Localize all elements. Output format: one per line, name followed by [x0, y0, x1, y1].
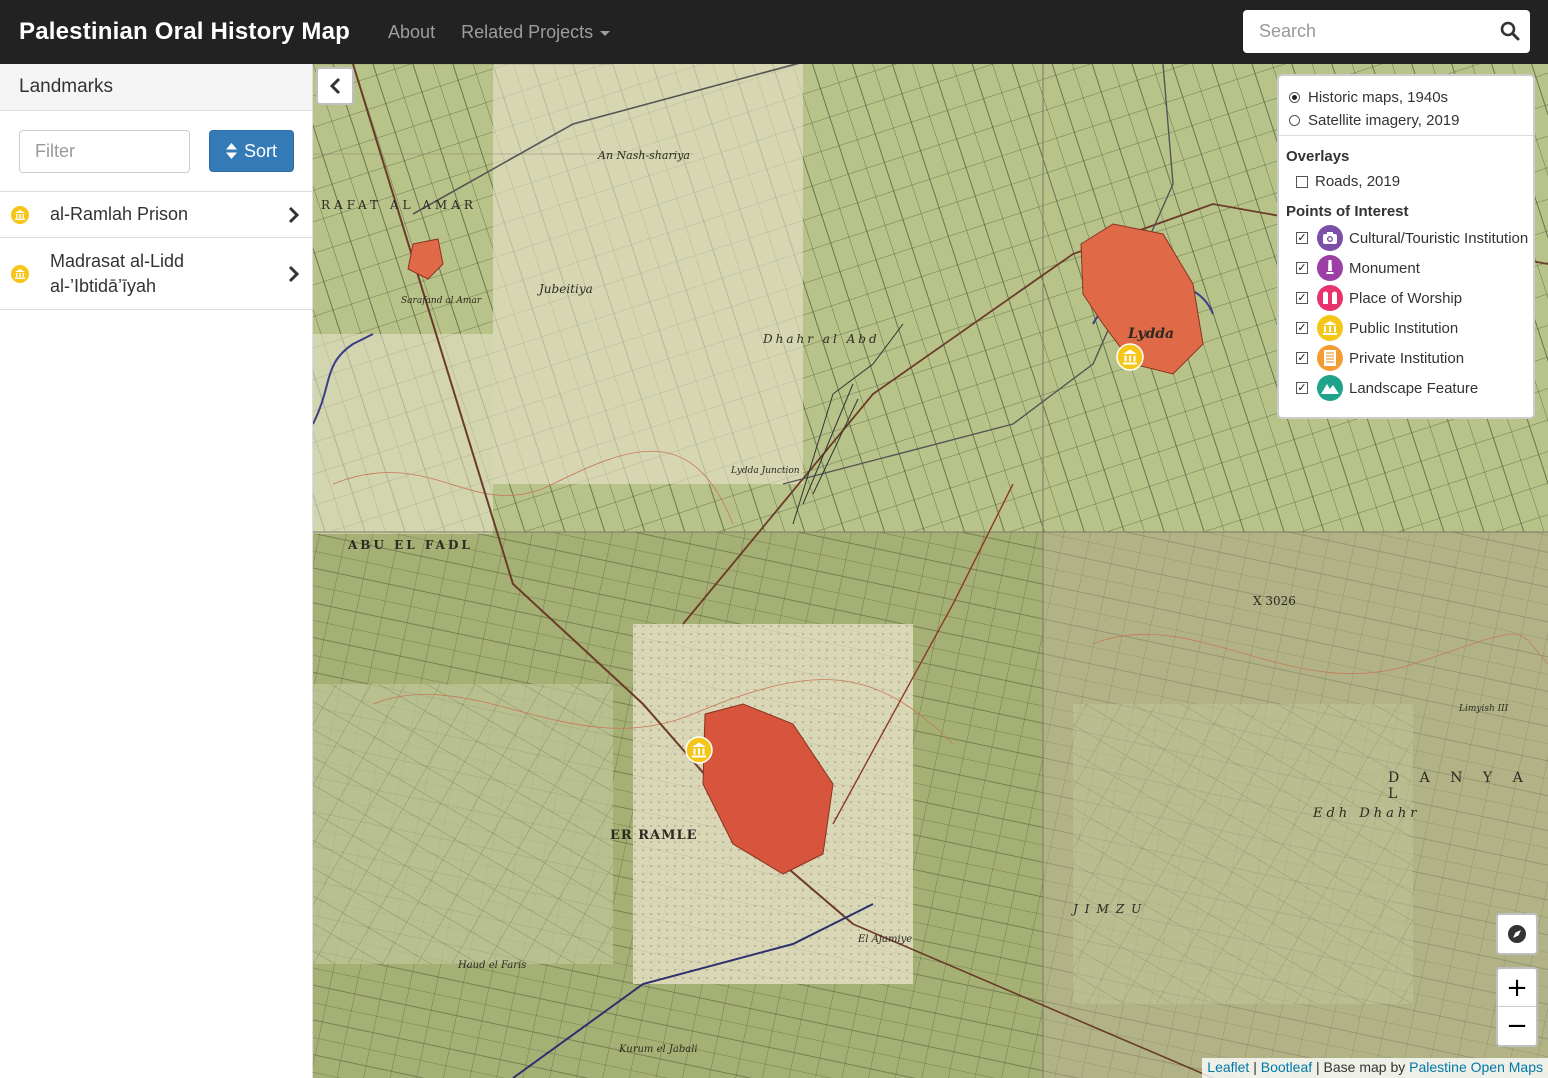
nav-about-label: About — [388, 21, 436, 42]
map-label: RAFAT AL AMAR — [321, 198, 477, 212]
radio-button[interactable] — [1289, 92, 1300, 103]
map-label: JIMZU — [1073, 902, 1149, 916]
poi-label: Public Institution — [1349, 319, 1459, 337]
divider — [1279, 135, 1533, 136]
overlay-label: Roads, 2019 — [1315, 173, 1401, 190]
layer-control: Historic maps, 1940s Satellite imagery, … — [1277, 74, 1535, 419]
poi-label: Monument — [1349, 259, 1420, 277]
poi-toggle-public[interactable]: ✓ Public Institution — [1296, 315, 1458, 341]
checkbox[interactable]: ✓ — [1296, 262, 1308, 274]
public-institution-icon — [11, 205, 29, 224]
caret-down-icon — [600, 30, 611, 36]
app-title[interactable]: Palestinian Oral History Map — [19, 18, 350, 46]
nav-related-projects-label: Related Projects — [461, 21, 594, 42]
radio-button[interactable] — [1289, 115, 1300, 126]
poi-label: Cultural/Touristic Institution — [1349, 229, 1529, 247]
nav-about[interactable]: About — [388, 22, 435, 43]
checkbox[interactable]: ✓ — [1296, 352, 1308, 364]
map-label: Dhahr al Abd — [763, 332, 880, 346]
landmark-item[interactable]: al-Ramlah Prison — [0, 192, 312, 238]
sidebar-controls: Sort — [0, 111, 312, 192]
checkbox[interactable]: ✓ — [1296, 292, 1308, 304]
sort-button-label: Sort — [243, 140, 277, 161]
palestine-open-maps-link[interactable]: Palestine Open Maps — [1409, 1059, 1543, 1075]
public-institution-marker[interactable] — [685, 736, 713, 764]
poi-toggle-private[interactable]: ✓ Private Institution — [1296, 345, 1464, 371]
leaflet-link[interactable]: Leaflet — [1207, 1059, 1249, 1075]
poi-toggle-landscape[interactable]: ✓ Landscape Feature — [1296, 375, 1478, 401]
overlays-title: Overlays — [1286, 148, 1350, 165]
nav-related-projects[interactable]: Related Projects — [461, 21, 611, 43]
map-label: Lydda Junction — [731, 466, 800, 476]
checkbox[interactable] — [1296, 175, 1308, 188]
search-input[interactable] — [1259, 21, 1499, 42]
map-view[interactable]: Lydda ER RAMLE An Nash-shariya Jubeitiya… — [313, 64, 1548, 1078]
base-layer-label: Historic maps, 1940s — [1308, 89, 1449, 106]
map-label: El Ajamiye — [858, 934, 913, 945]
navbar: Palestinian Oral History Map About Relat… — [0, 0, 1548, 64]
map-label: Haud el Faris — [458, 960, 527, 971]
landmark-label: Madrasat al-Lidd al-’Ibtidā’īyah — [50, 250, 185, 296]
camera-icon — [1317, 225, 1343, 251]
bootleaf-link[interactable]: Bootleaf — [1261, 1059, 1312, 1075]
search-box — [1243, 10, 1530, 53]
public-institution-marker[interactable] — [1116, 343, 1144, 371]
chevron-right-icon — [288, 265, 300, 282]
attribution: Leaflet | Bootleaf | Base map by Palesti… — [1202, 1058, 1548, 1078]
map-label: Jubeitiya — [539, 282, 593, 296]
zoom-in-button[interactable]: + — [1498, 969, 1536, 1007]
overlay-roads[interactable]: Roads, 2019 — [1296, 173, 1400, 190]
zoom-control: + − — [1496, 967, 1538, 1047]
landmark-label: al-Ramlah Prison — [50, 204, 189, 224]
map-label: ABU EL FADL — [348, 538, 473, 552]
filter-input[interactable] — [19, 129, 190, 173]
map-label: Edh Dhahr — [1313, 806, 1421, 821]
sort-icon — [225, 143, 237, 159]
poi-title: Points of Interest — [1286, 203, 1409, 220]
poi-toggle-monument[interactable]: ✓ Monument — [1296, 255, 1420, 281]
chevron-right-icon — [288, 206, 300, 223]
poi-label: Landscape Feature — [1349, 379, 1479, 397]
compass-icon — [1508, 925, 1526, 943]
public-institution-icon — [11, 264, 29, 283]
monument-icon — [1317, 255, 1343, 281]
map-label: ER RAMLE — [610, 828, 698, 843]
attribution-separator: | — [1249, 1059, 1261, 1075]
building-icon — [1317, 315, 1343, 341]
checkbox[interactable]: ✓ — [1296, 382, 1308, 394]
attribution-text: | Base map by — [1312, 1059, 1410, 1075]
poi-toggle-worship[interactable]: ✓ Place of Worship — [1296, 285, 1462, 311]
office-icon — [1317, 345, 1343, 371]
landmark-item[interactable]: Madrasat al-Lidd al-’Ibtidā’īyah — [0, 238, 312, 310]
search-icon[interactable] — [1500, 21, 1520, 41]
map-label: Lydda — [1128, 326, 1175, 342]
base-layer-label: Satellite imagery, 2019 — [1308, 112, 1460, 129]
base-layer-satellite[interactable]: Satellite imagery, 2019 — [1289, 112, 1459, 129]
map-label: An Nash-shariya — [598, 149, 690, 162]
zoom-out-button[interactable]: − — [1498, 1007, 1536, 1045]
sort-button[interactable]: Sort — [209, 130, 294, 172]
sidebar: Landmarks Sort al-Ramlah Prison Madrasat… — [0, 64, 313, 1078]
checkbox[interactable]: ✓ — [1296, 232, 1308, 244]
mountain-icon — [1317, 375, 1343, 401]
map-label: X 3026 — [1253, 594, 1296, 608]
sidebar-title: Landmarks — [0, 64, 312, 111]
poi-label: Place of Worship — [1349, 289, 1463, 307]
chevron-left-icon — [329, 77, 341, 95]
locate-button[interactable] — [1498, 915, 1536, 953]
poi-label: Private Institution — [1349, 349, 1465, 367]
map-label: D A N Y A L — [1388, 770, 1531, 802]
collapse-sidebar-button[interactable] — [316, 67, 354, 105]
locate-control — [1496, 913, 1538, 955]
map-label: Kurum el Jabali — [619, 1044, 698, 1055]
map-label: Limyish III — [1459, 704, 1509, 714]
map-label: Sarafand al Amar — [401, 296, 482, 306]
poi-toggle-cultural[interactable]: ✓ Cultural/Touristic Institution — [1296, 225, 1528, 251]
base-layer-historic[interactable]: Historic maps, 1940s — [1289, 89, 1448, 106]
worship-icon — [1317, 285, 1343, 311]
checkbox[interactable]: ✓ — [1296, 322, 1308, 334]
